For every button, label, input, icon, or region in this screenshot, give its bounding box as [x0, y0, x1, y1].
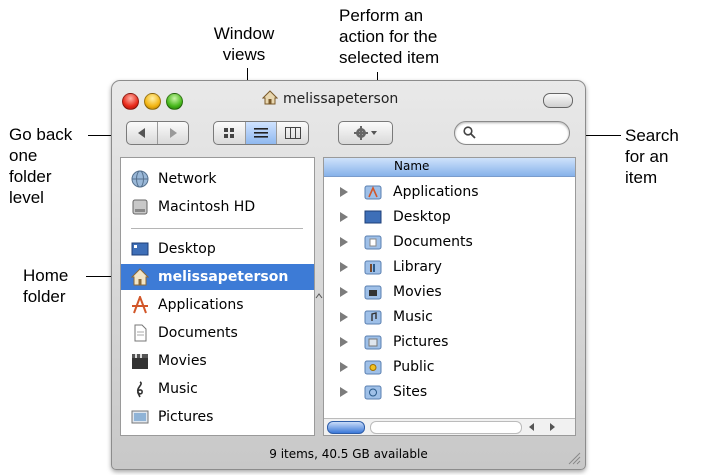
sidebar: Network Macintosh HD Desktop melissapete…: [120, 157, 315, 436]
hard-disk-icon: [132, 199, 148, 215]
list-view-button[interactable]: [245, 122, 278, 144]
home-icon: [131, 268, 149, 286]
disclosure-triangle-icon[interactable]: [340, 186, 348, 197]
scroll-right-arrow[interactable]: [544, 420, 560, 433]
search-icon: [463, 126, 476, 139]
horizontal-scrollbar[interactable]: [324, 418, 575, 435]
list-item[interactable]: Movies: [324, 279, 575, 304]
list-item[interactable]: Public: [324, 354, 575, 379]
list-item[interactable]: Library: [324, 254, 575, 279]
file-list: Name Applications Desktop Documents Libr…: [323, 157, 576, 436]
documents-folder-icon: [364, 235, 382, 249]
movies-folder-icon: [364, 285, 382, 299]
disclosure-triangle-icon[interactable]: [340, 286, 348, 297]
sites-folder-icon: [364, 385, 382, 399]
applications-folder-icon: [364, 185, 382, 199]
close-button[interactable]: [122, 93, 139, 110]
callout-window-views: Window views: [213, 24, 275, 64]
documents-icon: [134, 324, 147, 342]
music-clef-icon: [136, 381, 143, 398]
column-view-button[interactable]: [277, 122, 308, 144]
list-item[interactable]: Pictures: [324, 329, 575, 354]
disclosure-triangle-icon[interactable]: [340, 336, 348, 347]
right-arrow-icon: [550, 422, 555, 431]
pictures-icon: [131, 410, 149, 424]
resize-grip-icon[interactable]: [567, 451, 581, 465]
list-item[interactable]: Desktop: [324, 204, 575, 229]
splitter-handle-icon: [315, 293, 323, 299]
sidebar-item-network[interactable]: Network: [121, 166, 314, 192]
sidebar-splitter[interactable]: [315, 157, 323, 436]
list-item[interactable]: Sites: [324, 379, 575, 404]
search-input[interactable]: [454, 121, 570, 145]
scrollbar-track[interactable]: [370, 421, 522, 434]
sidebar-item-home[interactable]: melissapeterson: [121, 264, 314, 290]
column-header-name[interactable]: Name: [324, 158, 575, 177]
disclosure-triangle-icon[interactable]: [340, 311, 348, 322]
sidebar-item-movies[interactable]: Movies: [121, 348, 314, 374]
view-mode-buttons: [213, 121, 309, 145]
desktop-folder-icon: [364, 210, 382, 223]
callout-go-back: Go back one folder level: [9, 125, 73, 207]
scrollbar-thumb[interactable]: [327, 421, 365, 434]
minimize-button[interactable]: [144, 93, 161, 110]
scroll-left-arrow[interactable]: [524, 420, 540, 433]
action-button[interactable]: [338, 121, 393, 145]
status-bar: 9 items, 40.5 GB available: [112, 441, 585, 469]
forward-arrow-icon: [170, 128, 177, 138]
forward-button[interactable]: [158, 122, 188, 144]
title-bar[interactable]: melissapeterson: [112, 81, 585, 115]
sidebar-item-documents[interactable]: Documents: [121, 320, 314, 346]
disclosure-triangle-icon[interactable]: [340, 211, 348, 222]
window-title: melissapeterson: [262, 90, 462, 107]
column-view-icon: [284, 127, 301, 139]
pictures-folder-icon: [364, 335, 382, 349]
desktop-icon: [131, 242, 149, 256]
back-button[interactable]: [127, 122, 158, 144]
list-item[interactable]: Documents: [324, 229, 575, 254]
disclosure-triangle-icon[interactable]: [340, 386, 348, 397]
action-menu[interactable]: [339, 122, 392, 144]
list-view-icon: [254, 128, 268, 138]
music-folder-icon: [364, 310, 382, 324]
sidebar-item-desktop[interactable]: Desktop: [121, 236, 314, 262]
status-text: 9 items, 40.5 GB available: [269, 447, 428, 461]
list-item[interactable]: Music: [324, 304, 575, 329]
public-folder-icon: [364, 360, 382, 374]
network-globe-icon: [131, 170, 149, 188]
back-forward-buttons: [126, 121, 189, 145]
toolbar-toggle-button[interactable]: [543, 93, 573, 108]
list-item[interactable]: Applications: [324, 179, 575, 204]
zoom-button[interactable]: [166, 93, 183, 110]
sidebar-item-pictures[interactable]: Pictures: [121, 404, 314, 430]
sidebar-item-applications[interactable]: Applications: [121, 292, 314, 318]
icon-view-icon: [224, 128, 235, 138]
icon-view-button[interactable]: [214, 122, 246, 144]
disclosure-triangle-icon[interactable]: [340, 236, 348, 247]
applications-icon: [132, 296, 148, 314]
finder-window: melissapeterson Network Macintosh HD Des…: [111, 80, 586, 470]
disclosure-triangle-icon[interactable]: [340, 361, 348, 372]
back-arrow-icon: [138, 128, 145, 138]
toolbar: [112, 115, 585, 155]
gear-icon: [353, 126, 377, 140]
movies-clapper-icon: [132, 354, 148, 369]
home-icon: [262, 90, 278, 105]
library-folder-icon: [364, 260, 382, 274]
callout-perform-action: Perform an action for the selected item: [339, 6, 440, 67]
callout-home-folder: Home folder: [23, 266, 69, 306]
sidebar-item-macintosh-hd[interactable]: Macintosh HD: [121, 194, 314, 220]
left-arrow-icon: [529, 422, 534, 431]
sidebar-divider: [131, 228, 303, 229]
sidebar-item-music[interactable]: Music: [121, 376, 314, 402]
disclosure-triangle-icon[interactable]: [340, 261, 348, 272]
callout-search: Search for an item: [625, 126, 679, 187]
